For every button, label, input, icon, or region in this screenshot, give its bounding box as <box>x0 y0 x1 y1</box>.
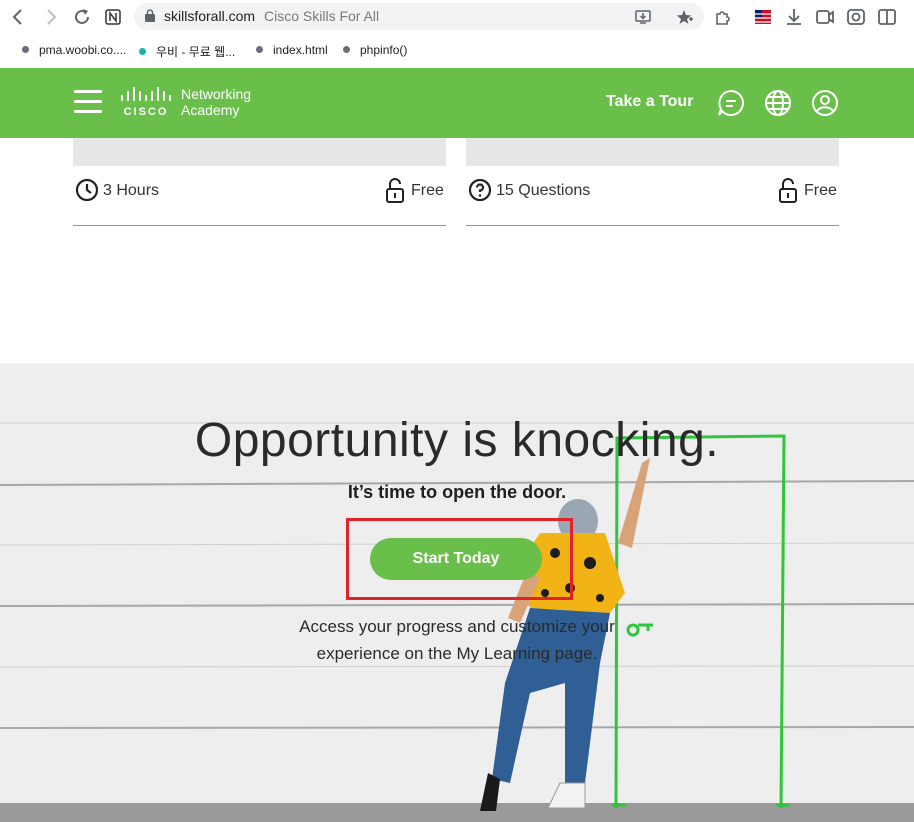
annotation-highlight-box <box>346 518 573 600</box>
bookmark-dot-icon <box>22 46 29 53</box>
notion-extension-icon[interactable] <box>102 6 124 28</box>
browser-toolbar: skillsforall.com Cisco Skills For All <box>0 0 914 34</box>
card-meta: 3 Hours Free <box>73 178 446 204</box>
card-image[interactable] <box>466 138 839 166</box>
reload-icon[interactable] <box>71 6 93 28</box>
bookmark-dot-icon <box>256 46 263 53</box>
card-divider <box>73 225 446 226</box>
url-host: skillsforall.com <box>164 8 256 24</box>
screen-capture-icon[interactable] <box>814 6 836 28</box>
card-price: Free <box>804 182 837 199</box>
clock-icon <box>75 178 99 202</box>
account-icon[interactable] <box>811 89 839 117</box>
card-duration: 15 Questions <box>496 182 591 199</box>
bookmark-item[interactable]: phpinfo() <box>343 43 407 57</box>
card-duration: 3 Hours <box>103 182 160 199</box>
globe-icon[interactable] <box>764 89 792 117</box>
camera-icon[interactable] <box>845 6 867 28</box>
bookmarks-bar: pma.woobi.co.... 우비 - 무료 웹... index.html… <box>0 34 914 68</box>
hero-subheading: It’s time to open the door. <box>347 482 567 502</box>
hero-description: Access your progress and customize your … <box>299 617 615 663</box>
bookmark-star-icon[interactable] <box>676 8 694 26</box>
svg-text:CISCO: CISCO <box>124 106 169 118</box>
unlock-icon <box>386 178 404 203</box>
back-icon[interactable] <box>7 6 29 28</box>
flag-extension-icon[interactable] <box>752 6 774 28</box>
cisco-logo[interactable]: CISCO <box>118 86 176 118</box>
card-price: Free <box>411 182 444 199</box>
brand-name[interactable]: Networking Academy <box>181 86 251 118</box>
question-icon <box>468 178 492 202</box>
bookmark-dot-icon <box>139 48 146 55</box>
site-header: CISCO Networking Academy Take a Tour <box>0 68 914 138</box>
install-app-icon[interactable] <box>634 8 652 26</box>
card-meta: 15 Questions Free <box>466 178 839 204</box>
download-icon[interactable] <box>783 6 805 28</box>
lock-icon <box>145 9 155 22</box>
url-page-title: Cisco Skills For All <box>264 8 380 24</box>
bookmark-item[interactable]: 우비 - 무료 웹... <box>139 43 235 60</box>
hero-headline: Opportunity is knocking. <box>194 414 720 467</box>
chat-icon[interactable] <box>717 89 745 117</box>
address-bar[interactable]: skillsforall.com Cisco Skills For All <box>134 3 704 30</box>
bookmark-item[interactable]: pma.woobi.co.... <box>22 43 126 57</box>
menu-icon[interactable] <box>74 90 102 114</box>
bookmark-item[interactable]: index.html <box>256 43 328 57</box>
hero-section: Opportunity is knocking. It’s time to op… <box>0 363 914 822</box>
sidebar-toggle-icon[interactable] <box>876 6 898 28</box>
take-tour-link[interactable]: Take a Tour <box>606 93 693 111</box>
forward-icon[interactable] <box>40 6 62 28</box>
unlock-icon <box>779 178 797 203</box>
bookmark-dot-icon <box>343 46 350 53</box>
card-image[interactable] <box>73 138 446 166</box>
card-divider <box>466 225 839 226</box>
extensions-puzzle-icon[interactable] <box>712 6 734 28</box>
